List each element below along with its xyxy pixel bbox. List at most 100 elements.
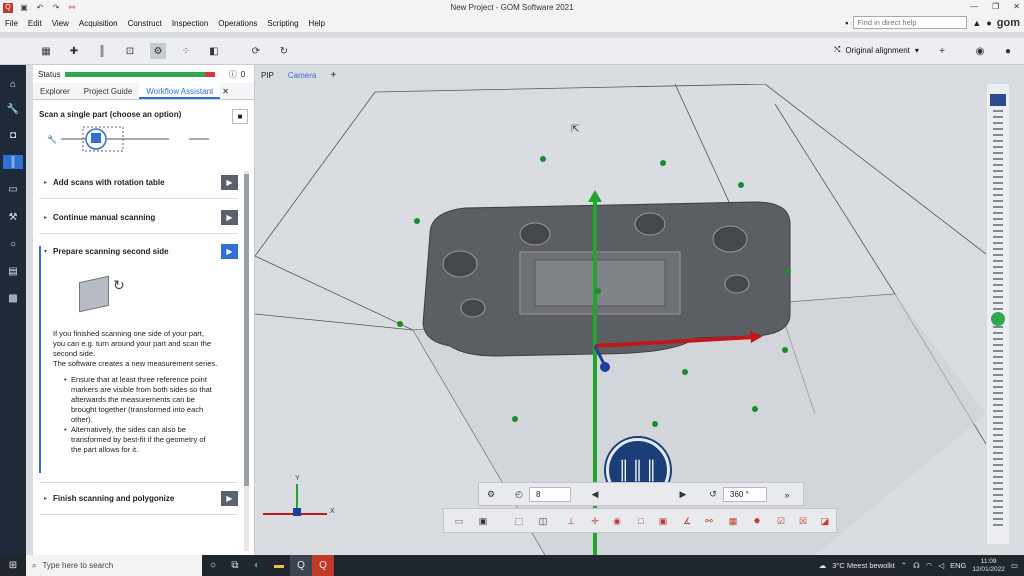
dashboard-icon[interactable]: ▩	[6, 291, 20, 305]
pip-icon[interactable]: ▭	[452, 514, 466, 528]
angle-tool-icon[interactable]: ∡	[680, 514, 694, 528]
robot-icon[interactable]: ⚒	[6, 210, 20, 224]
tab-pip[interactable]: PIP	[261, 71, 274, 80]
eye-icon[interactable]: ◉	[972, 43, 988, 59]
tab-project-guide[interactable]: Project Guide	[77, 83, 139, 99]
arrow-right-icon[interactable]: ▶	[675, 487, 691, 502]
cortana-icon[interactable]: ○	[202, 555, 224, 576]
acquisition-icon[interactable]: ║	[3, 155, 23, 169]
grid-icon[interactable]: ◧	[206, 43, 222, 59]
panel-scrollbar[interactable]	[244, 171, 249, 551]
box-icon[interactable]: ▣	[656, 514, 670, 528]
settings-icon[interactable]: ⚙	[483, 487, 499, 502]
explorer-icon[interactable]: ▬	[268, 555, 290, 576]
link-icon[interactable]: ⚯	[67, 3, 77, 13]
menu-file[interactable]: File	[0, 19, 23, 28]
academy-icon[interactable]: ▲	[972, 18, 981, 28]
edge-icon[interactable]: ◐	[246, 555, 268, 576]
point-icon[interactable]: ◉	[610, 514, 624, 528]
collapse-icon[interactable]: »	[779, 487, 795, 502]
tab-explorer[interactable]: Explorer	[33, 83, 77, 99]
save-icon[interactable]: ▣	[19, 3, 29, 13]
rectangle-icon[interactable]: □	[634, 514, 648, 528]
play-icon[interactable]: ▶	[221, 209, 238, 225]
menu-edit[interactable]: Edit	[23, 19, 47, 28]
sensor-icon[interactable]: ⚙	[150, 43, 166, 59]
maximize-button[interactable]: ❐	[992, 2, 999, 11]
steps-input[interactable]: 8	[529, 487, 571, 502]
menu-inspection[interactable]: Inspection	[167, 19, 213, 28]
layout-icon[interactable]: ▦	[38, 43, 54, 59]
task-view-icon[interactable]: ⧉	[224, 555, 246, 576]
refresh-icon[interactable]: ↻	[276, 43, 292, 59]
play-icon[interactable]: ▶	[221, 174, 238, 190]
chevron-right-icon: ▸	[44, 496, 48, 502]
play-icon[interactable]: ▶	[221, 491, 238, 506]
tab-camera[interactable]: Camera	[288, 71, 316, 80]
remove-icon[interactable]: ☒	[796, 514, 810, 528]
close-tab-icon[interactable]: ✕	[220, 83, 229, 99]
align-icon[interactable]: ◪	[818, 514, 832, 528]
language-indicator[interactable]: ENG	[950, 561, 966, 570]
user-icon[interactable]: ●	[986, 18, 991, 28]
menu-construct[interactable]: Construct	[123, 19, 167, 28]
redo-icon[interactable]: ↷	[51, 3, 61, 13]
volume-icon[interactable]: ◁	[938, 561, 944, 570]
stop-button[interactable]: ■	[232, 109, 248, 124]
light-icon[interactable]: ●	[1000, 43, 1016, 59]
menu-operations[interactable]: Operations	[213, 19, 262, 28]
bullet-item: Ensure that at least three reference poi…	[53, 375, 218, 425]
sync-icon[interactable]: ⟳	[248, 43, 264, 59]
clock[interactable]: 11:09 12/01/2022	[972, 558, 1005, 574]
menu-acquisition[interactable]: Acquisition	[74, 19, 123, 28]
report-icon[interactable]: ▤	[6, 264, 20, 278]
taskbar-search[interactable]: ⌕ Type here to search	[26, 555, 202, 576]
link-tool-icon[interactable]: ⚯	[702, 514, 716, 528]
menu-scripting[interactable]: Scripting	[262, 19, 303, 28]
alignment-selector[interactable]: ⤭ Original alignment ▾	[834, 45, 919, 55]
tray-arrow-icon[interactable]: ⌃	[901, 561, 907, 570]
close-button[interactable]: ✕	[1013, 2, 1020, 11]
scanned-part[interactable]	[422, 201, 791, 357]
points-icon[interactable]: ⁘	[178, 43, 194, 59]
zoom-app-icon[interactable]: Q	[290, 555, 312, 576]
camera-icon[interactable]: ◘	[6, 128, 20, 142]
windows-start-icon[interactable]: ⊞	[0, 555, 26, 576]
scan-icon[interactable]: ✚	[66, 43, 82, 59]
menu-view[interactable]: View	[47, 19, 74, 28]
weather-text[interactable]: 3°C Meest bewolkt	[832, 561, 895, 570]
landscape-icon[interactable]	[990, 94, 1006, 106]
arrow-left-icon[interactable]: ◀	[587, 487, 603, 502]
tab-workflow-assistant[interactable]: Workflow Assistant	[139, 83, 221, 99]
step-add-scans-rotation-table[interactable]: ▸ Add scans with rotation table ▶	[39, 166, 238, 199]
angle-input[interactable]: 360 °	[723, 487, 767, 502]
add-icon[interactable]: +	[934, 43, 950, 59]
line-icon[interactable]: ✛	[588, 514, 602, 528]
help-search-input[interactable]	[853, 16, 968, 29]
menu-help[interactable]: Help	[304, 19, 330, 28]
network-icon[interactable]: ☊	[913, 561, 920, 570]
wifi-icon[interactable]: ◠	[926, 561, 933, 570]
select-icon[interactable]: ⬚	[512, 514, 526, 528]
info-icon[interactable]: ⓘ	[229, 69, 237, 80]
notification-icon[interactable]: ▭	[1011, 561, 1018, 570]
inspect-icon[interactable]: ○	[6, 237, 20, 251]
step-continue-manual-scanning[interactable]: ▸ Continue manual scanning ▶	[39, 201, 238, 234]
section-icon[interactable]: ◫	[536, 514, 550, 528]
gom-app-icon[interactable]: Q	[312, 555, 334, 576]
video-icon[interactable]: ▭	[6, 182, 20, 196]
wrench-icon[interactable]: 🔧	[6, 102, 20, 116]
step-finish-scanning-polygonize[interactable]: ▸ Finish scanning and polygonize ▶	[39, 482, 238, 515]
undo-icon[interactable]: ↶	[35, 3, 45, 13]
store-icon[interactable]: ▪	[845, 18, 848, 28]
display-icon[interactable]: ▣	[476, 514, 490, 528]
check-icon[interactable]: ☑	[774, 514, 788, 528]
deviation-icon[interactable]: ✸	[750, 514, 764, 528]
surface-icon[interactable]: ▦	[726, 514, 740, 528]
add-view-button[interactable]: +	[330, 70, 336, 81]
projector-icon[interactable]: ║	[94, 43, 110, 59]
crop-icon[interactable]: ⊡	[122, 43, 138, 59]
minimize-button[interactable]: —	[970, 2, 978, 11]
plane-icon[interactable]: ⊥	[564, 514, 578, 528]
home-icon[interactable]: ⌂	[6, 77, 20, 91]
